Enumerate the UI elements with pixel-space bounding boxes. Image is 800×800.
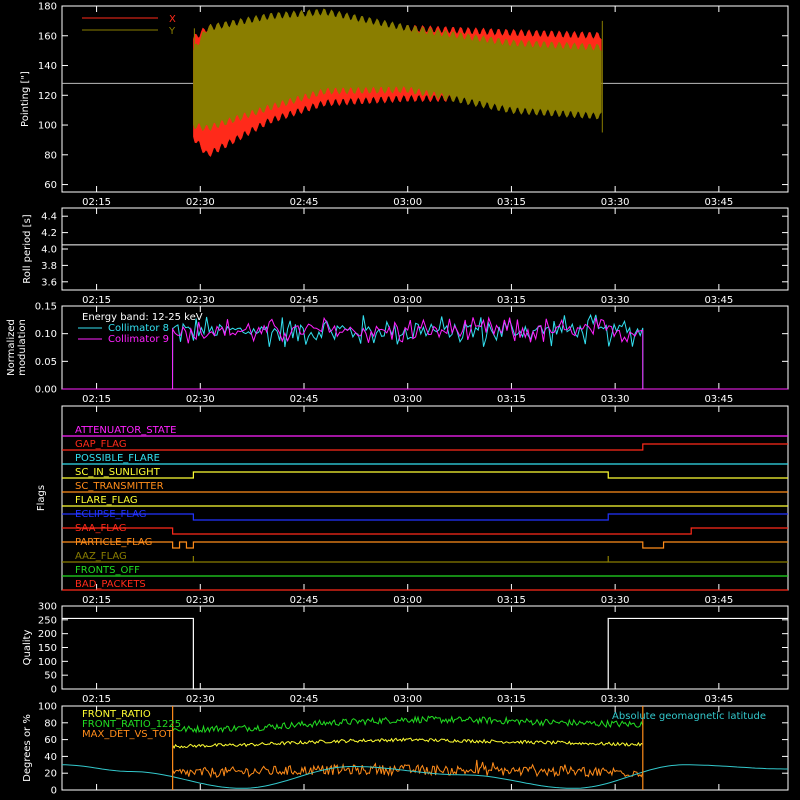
quality-y-tick-label: 200 <box>38 629 57 640</box>
pointing-time-label: 03:45 <box>704 197 733 208</box>
pointing-y-tick-label: 160 <box>38 31 57 42</box>
pointing-y-tick-label: 120 <box>38 91 57 102</box>
ratios-y-label: Degrees or % <box>22 714 33 782</box>
roll-time-label: 02:45 <box>290 295 319 306</box>
ratios-y-tick-label: 60 <box>44 735 57 746</box>
flag-sc-in-sunlight-label: SC_IN_SUNLIGHT <box>75 467 161 478</box>
modulation-time-label: 03:00 <box>393 394 422 405</box>
roll-time-label: 02:30 <box>186 295 215 306</box>
pointing-time-label: 02:30 <box>186 197 215 208</box>
quality-y-tick-label: 250 <box>38 615 57 626</box>
ratios-legend-label: MAX_DET_VS_TOT <box>82 729 174 740</box>
flags-time-label: 03:45 <box>704 595 733 606</box>
modulation-y-tick-label: 0.00 <box>35 385 57 396</box>
quality-y-tick-label: 100 <box>38 657 57 668</box>
roll-time-label: 03:30 <box>601 295 630 306</box>
flag-flare-flag-label: FLARE_FLAG <box>75 495 138 506</box>
flag-fronts-off-label: FRONTS_OFF <box>75 565 140 576</box>
roll-y-tick-label: 3.6 <box>41 277 57 288</box>
modulation-time-label: 02:30 <box>186 394 215 405</box>
pointing-y-tick-label: 140 <box>38 61 57 72</box>
ratios-y-tick-label: 100 <box>38 702 57 713</box>
modulation-y-tick-label: 0.10 <box>35 329 57 340</box>
quality-time-label: 03:30 <box>601 694 630 705</box>
modulation-y-tick-label: 0.15 <box>35 302 57 313</box>
ratios-legend-geomagnetic: Absolute geomagnetic latitude <box>612 711 766 722</box>
flags-y-label: Flags <box>36 485 47 511</box>
roll-y-tick-label: 4.4 <box>41 212 57 223</box>
ratios-y-tick-label: 80 <box>44 718 57 729</box>
pointing-y-tick-label: 80 <box>44 150 57 161</box>
quality-y-label: Quality <box>22 630 33 666</box>
flags-time-label: 02:15 <box>82 595 111 606</box>
roll-time-label: 03:45 <box>704 295 733 306</box>
flag-particle-flag-label: PARTICLE_FLAG <box>75 537 152 548</box>
flag-aaz-flag-label: AAZ_FLAG <box>75 551 127 562</box>
pointing-time-label: 03:15 <box>497 197 526 208</box>
pointing-y-tick-label: 180 <box>38 2 57 13</box>
modulation-y-label: Normalized <box>6 319 17 376</box>
modulation-y-tick-label: 0.05 <box>35 357 57 368</box>
flag-attenuator-state-label: ATTENUATOR_STATE <box>75 425 176 436</box>
roll-time-label: 03:15 <box>497 295 526 306</box>
roll-y-tick-label: 4.2 <box>41 228 57 239</box>
flags-time-label: 03:00 <box>393 595 422 606</box>
pointing-legend-label: X <box>169 14 176 25</box>
quality-y-tick-label: 50 <box>44 671 57 682</box>
pointing-y-tick-label: 100 <box>38 121 57 132</box>
modulation-time-label: 02:45 <box>290 394 319 405</box>
quality-time-label: 03:45 <box>704 694 733 705</box>
pointing-time-label: 03:00 <box>393 197 422 208</box>
quality-time-label: 03:15 <box>497 694 526 705</box>
roll-y-tick-label: 4.0 <box>41 245 57 256</box>
modulation-time-label: 02:15 <box>82 394 111 405</box>
flags-time-label: 03:15 <box>497 595 526 606</box>
ratios-y-tick-label: 0 <box>51 786 57 797</box>
modulation-legend-label: Collimator 8 <box>108 323 169 334</box>
ratios-y-tick-label: 20 <box>44 769 57 780</box>
modulation-y-label: modulation <box>17 319 28 376</box>
flag-saa-flag-label: SAA_FLAG <box>75 523 126 534</box>
quality-time-label: 02:15 <box>82 694 111 705</box>
pointing-y-label: Pointing ["] <box>20 71 31 127</box>
quality-time-label: 02:45 <box>290 694 319 705</box>
modulation-legend-label: Collimator 9 <box>108 334 169 345</box>
pointing-time-label: 03:30 <box>601 197 630 208</box>
pointing-legend-label: Y <box>168 26 176 37</box>
flag-sc-transmitter-label: SC_TRANSMITTER <box>75 481 164 492</box>
modulation-time-label: 03:45 <box>704 394 733 405</box>
quality-y-tick-label: 300 <box>38 602 57 613</box>
flags-time-label: 03:30 <box>601 595 630 606</box>
roll-time-label: 03:00 <box>393 295 422 306</box>
pointing-y-tick-label: 60 <box>44 180 57 191</box>
roll-time-label: 02:15 <box>82 295 111 306</box>
modulation-legend-label: Energy band: 12-25 keV <box>82 312 203 323</box>
pointing-time-label: 02:15 <box>82 197 111 208</box>
roll-y-label: Roll period [s] <box>22 214 33 283</box>
modulation-time-label: 03:15 <box>497 394 526 405</box>
roll-y-tick-label: 3.8 <box>41 261 57 272</box>
flag-gap-flag-label: GAP_FLAG <box>75 439 127 450</box>
flags-time-label: 02:45 <box>290 595 319 606</box>
flag-bad-packets-label: BAD_PACKETS <box>75 579 146 590</box>
quality-time-label: 03:00 <box>393 694 422 705</box>
pointing-time-label: 02:45 <box>290 197 319 208</box>
quality-time-label: 02:30 <box>186 694 215 705</box>
flag-eclipse-flag-label: ECLIPSE_FLAG <box>75 509 146 520</box>
flags-time-label: 02:30 <box>186 595 215 606</box>
ratios-y-tick-label: 40 <box>44 752 57 763</box>
hessi-quicklook-chart: 60 80 100 120 140 160 180 Pointing ["] 02:15 02:3… <box>0 0 800 800</box>
modulation-time-label: 03:30 <box>601 394 630 405</box>
flag-possible-flare-label: POSSIBLE_FLARE <box>75 453 160 464</box>
quality-y-tick-label: 150 <box>38 643 57 654</box>
quality-y-tick-label: 0 <box>51 685 57 696</box>
